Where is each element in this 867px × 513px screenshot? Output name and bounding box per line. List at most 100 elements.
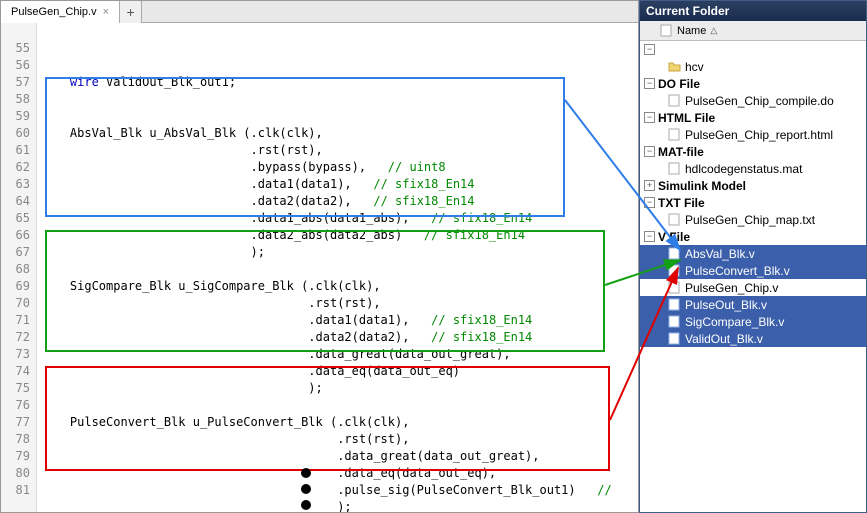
file-label: PulseGen_Chip_compile.do [685,94,834,108]
code-line[interactable]: .data2(data2), // sfix18_En14 [41,193,638,210]
line-number: 71 [1,312,30,329]
collapse-icon[interactable]: − [644,44,655,55]
code-line[interactable]: .data_great(data_out_great), [41,448,638,465]
line-number: 68 [1,261,30,278]
code-line[interactable]: ); [41,380,638,397]
close-icon[interactable]: × [103,6,109,18]
expand-icon[interactable]: + [644,180,655,191]
ellipsis-dots [301,468,311,510]
tree-file[interactable]: AbsVal_Blk.v [640,245,866,262]
line-number: 59 [1,108,30,125]
file-icon [668,94,681,107]
code-line[interactable]: .data1(data1), // sfix18_En14 [41,176,638,193]
folder-icon [668,60,681,73]
line-number: 57 [1,74,30,91]
file-label: PulseGen_Chip.v [685,281,778,295]
file-icon [668,162,681,175]
column-name-label: Name [677,25,706,37]
code-line[interactable]: .bypass(bypass), // uint8 [41,159,638,176]
file-label: AbsVal_Blk.v [685,247,755,261]
tree-group[interactable]: −TXT File [640,194,866,211]
file-label: ValidOut_Blk.v [685,332,763,346]
tree-file[interactable]: PulseGen_Chip_compile.do [640,92,866,109]
code-line[interactable]: .data_eq(data_out_eq) [41,363,638,380]
current-folder-pane: Current Folder Name △ −hcv−DO FilePulseG… [639,0,867,513]
code-line[interactable]: .data2(data2), // sfix18_En14 [41,329,638,346]
code-line[interactable]: .rst(rst), [41,431,638,448]
code-line[interactable]: .pulse_sig(PulseConvert_Blk_out1) // [41,482,638,499]
tree-group[interactable]: −HTML File [640,109,866,126]
column-header[interactable]: Name △ [640,21,866,41]
code-line[interactable] [41,57,638,74]
file-icon [668,247,681,260]
file-icon [668,332,681,345]
file-icon [668,315,681,328]
line-number: 74 [1,363,30,380]
line-number: 77 [1,414,30,431]
collapse-icon[interactable]: − [644,112,655,123]
code-line[interactable] [41,91,638,108]
code-line[interactable]: .rst(rst), [41,142,638,159]
group-label: DO File [658,77,700,91]
editor-pane: PulseGen_Chip.v × + 55565758596061626364… [0,0,639,513]
group-label: V File [658,230,690,244]
file-label: PulseGen_Chip_map.txt [685,213,815,227]
code-line[interactable] [41,261,638,278]
file-label: SigCompare_Blk.v [685,315,784,329]
sort-asc-icon: △ [706,25,717,36]
file-icon [668,128,681,141]
code-line[interactable] [41,108,638,125]
line-number: 65 [1,210,30,227]
tree-file[interactable]: PulseGen_Chip.v [640,279,866,296]
tree-group[interactable]: +Simulink Model [640,177,866,194]
group-label: TXT File [658,196,705,210]
line-number: 78 [1,431,30,448]
code-line[interactable]: ); [41,244,638,261]
file-label: PulseGen_Chip_report.html [685,128,833,142]
tree-file[interactable]: hcv [640,58,866,75]
line-number: 61 [1,142,30,159]
file-label: PulseOut_Blk.v [685,298,767,312]
group-label: Simulink Model [658,179,746,193]
code-text[interactable]: wire ValidOut_Blk_out1; AbsVal_Blk u_Abs… [37,23,638,512]
tree-file[interactable]: PulseOut_Blk.v [640,296,866,313]
tree-file[interactable]: ValidOut_Blk.v [640,330,866,347]
code-line[interactable]: wire ValidOut_Blk_out1; [41,74,638,91]
line-number: 76 [1,397,30,414]
tree-file[interactable]: PulseGen_Chip_report.html [640,126,866,143]
code-line[interactable]: PulseConvert_Blk u_PulseConvert_Blk (.cl… [41,414,638,431]
code-line[interactable]: .data_eq(data_out_eq), [41,465,638,482]
add-tab-button[interactable]: + [120,1,142,23]
tree-group[interactable]: −V File [640,228,866,245]
code-line[interactable]: .rst(rst), [41,295,638,312]
collapse-icon[interactable]: − [644,146,655,157]
tree-group[interactable]: − [640,41,866,58]
code-line[interactable]: .data2_abs(data2_abs) // sfix18_En14 [41,227,638,244]
code-line[interactable] [41,397,638,414]
code-line[interactable]: ); [41,499,638,512]
file-label: hcv [685,60,704,74]
tree-file[interactable]: hdlcodegenstatus.mat [640,160,866,177]
tree-file[interactable]: SigCompare_Blk.v [640,313,866,330]
file-icon [668,281,681,294]
collapse-icon[interactable]: − [644,197,655,208]
code-area[interactable]: 5556575859606162636465666768697071727374… [1,23,638,512]
code-line[interactable]: .data1_abs(data1_abs), // sfix18_En14 [41,210,638,227]
collapse-icon[interactable]: − [644,78,655,89]
tab-label: PulseGen_Chip.v [11,6,97,18]
code-line[interactable]: .data1(data1), // sfix18_En14 [41,312,638,329]
line-number: 66 [1,227,30,244]
tree-group[interactable]: −DO File [640,75,866,92]
line-number: 62 [1,159,30,176]
code-line[interactable]: AbsVal_Blk u_AbsVal_Blk (.clk(clk), [41,125,638,142]
tree-file[interactable]: PulseGen_Chip_map.txt [640,211,866,228]
tab-active[interactable]: PulseGen_Chip.v × [1,1,120,23]
code-line[interactable]: .data_great(data_out_great), [41,346,638,363]
plus-icon: + [126,4,134,20]
file-icon [668,298,681,311]
code-line[interactable]: SigCompare_Blk u_SigCompare_Blk (.clk(cl… [41,278,638,295]
folder-title: Current Folder [646,4,729,18]
collapse-icon[interactable]: − [644,231,655,242]
tree-file[interactable]: PulseConvert_Blk.v [640,262,866,279]
tree-group[interactable]: −MAT-file [640,143,866,160]
